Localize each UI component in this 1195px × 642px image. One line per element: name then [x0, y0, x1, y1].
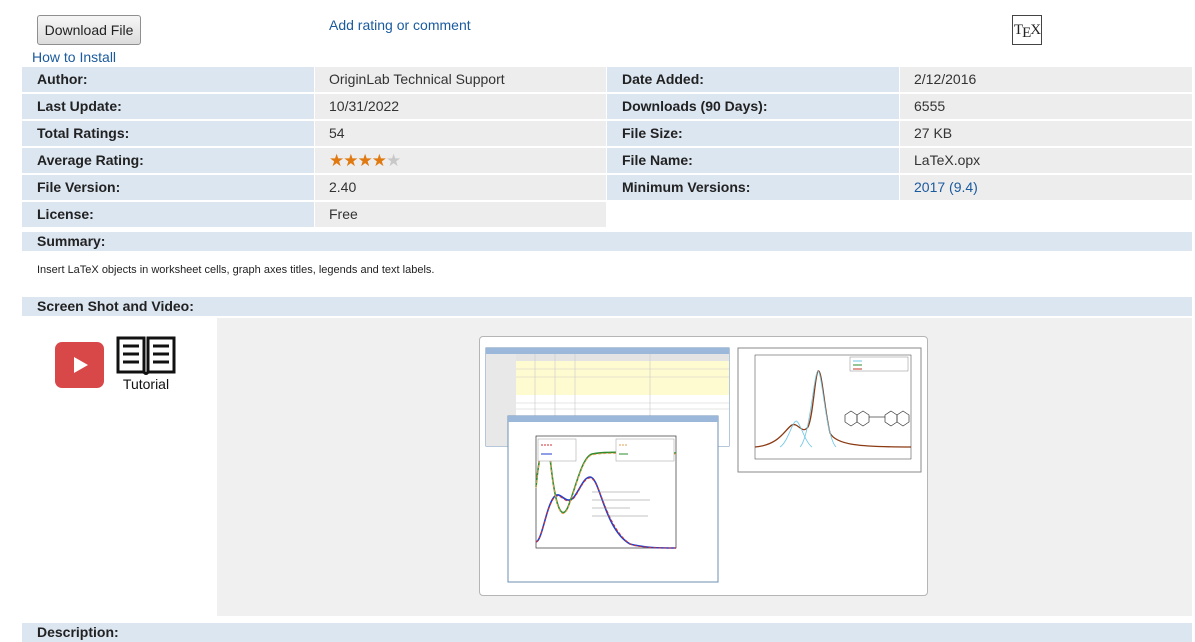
tutorial-label: Tutorial: [122, 376, 170, 392]
last-update-value: 10/31/2022: [315, 94, 606, 119]
info-row: File Version: 2.40 Minimum Versions: 201…: [22, 174, 1192, 201]
author-value: OriginLab Technical Support: [315, 67, 606, 92]
star-filled-icon: ★: [329, 151, 344, 170]
min-versions-value: 2017 (9.4): [900, 175, 1192, 200]
file-name-value: LaTeX.opx: [900, 148, 1192, 173]
date-added-value: 2/12/2016: [900, 67, 1192, 92]
top-clipped-links: [38, 0, 268, 2]
total-ratings-value: 54: [315, 121, 606, 146]
app-screenshot-image: [485, 347, 922, 583]
summary-heading: Summary:: [22, 232, 1192, 251]
description-heading: Description:: [22, 623, 1192, 642]
star-empty-icon: ★: [386, 151, 401, 170]
tex-logo-icon: TEX: [1012, 15, 1042, 45]
play-video-icon[interactable]: [55, 342, 104, 388]
last-update-label: Last Update:: [22, 94, 314, 119]
screenshot-section: Tutorial: [22, 318, 1192, 616]
file-version-value: 2.40: [315, 175, 606, 200]
info-row: Author: OriginLab Technical Support Date…: [22, 66, 1192, 93]
info-row: Average Rating: ★★★★★ File Name: LaTeX.o…: [22, 147, 1192, 174]
star-filled-icon: ★: [357, 151, 373, 170]
add-rating-link[interactable]: Add rating or comment: [329, 17, 471, 33]
file-version-label: File Version:: [22, 175, 314, 200]
file-size-value: 27 KB: [900, 121, 1192, 146]
author-label: Author:: [22, 67, 314, 92]
star-filled-icon: ★: [371, 151, 387, 170]
tutorial-link[interactable]: Tutorial: [114, 332, 178, 392]
date-added-label: Date Added:: [607, 67, 899, 92]
license-value: Free: [315, 202, 606, 227]
downloads-value: 6555: [900, 94, 1192, 119]
download-file-button[interactable]: Download File: [37, 15, 141, 45]
screenshot-viewer: [217, 318, 1192, 616]
summary-text: Insert LaTeX objects in worksheet cells,…: [37, 264, 435, 276]
license-label: License:: [22, 202, 314, 227]
total-ratings-label: Total Ratings:: [22, 121, 314, 146]
file-size-label: File Size:: [607, 121, 899, 146]
screenshot-heading: Screen Shot and Video:: [22, 297, 1192, 316]
open-book-icon: [116, 336, 176, 375]
media-links: Tutorial: [22, 318, 217, 616]
info-row: Last Update: 10/31/2022 Downloads (90 Da…: [22, 93, 1192, 120]
file-info-table: Author: OriginLab Technical Support Date…: [22, 66, 1192, 228]
how-to-install-link[interactable]: How to Install: [32, 49, 116, 65]
file-name-label: File Name:: [607, 148, 899, 173]
star-rating-icon: ★★★★★: [329, 151, 401, 170]
min-versions-label: Minimum Versions:: [607, 175, 899, 200]
average-rating-stars: ★★★★★: [315, 148, 606, 173]
star-filled-icon: ★: [343, 151, 358, 170]
info-row: License: Free: [22, 201, 1192, 228]
info-row: Total Ratings: 54 File Size: 27 KB: [22, 120, 1192, 147]
average-rating-label: Average Rating:: [22, 148, 314, 173]
screenshot-thumbnail[interactable]: [479, 336, 928, 596]
downloads-label: Downloads (90 Days):: [607, 94, 899, 119]
min-version-link[interactable]: 2017 (9.4): [914, 179, 978, 195]
